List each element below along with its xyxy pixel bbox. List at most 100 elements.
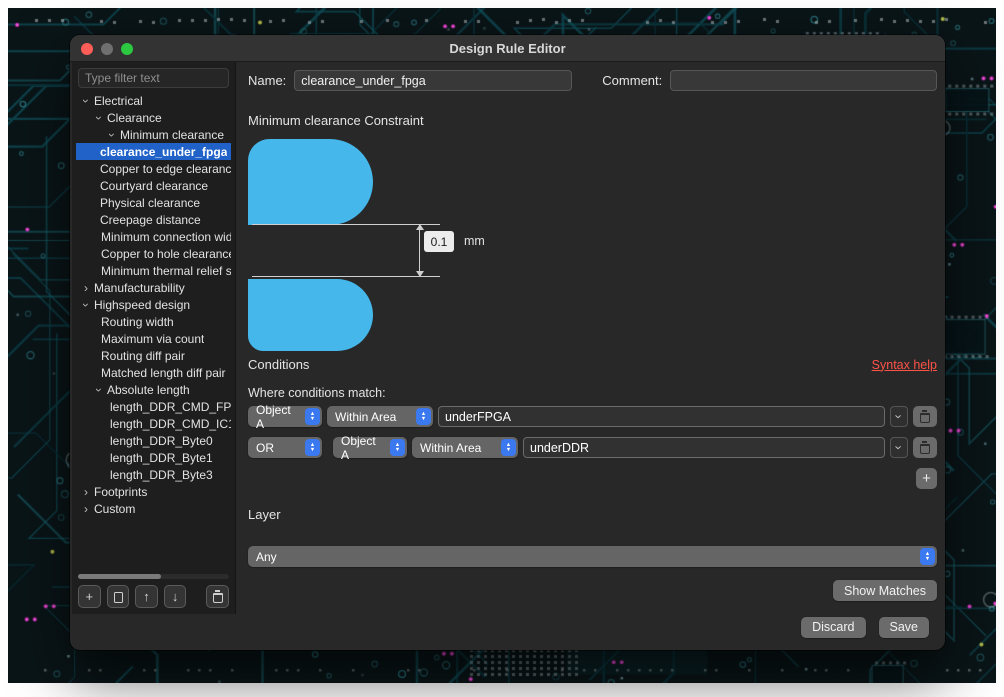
tree-item-absolute-length[interactable]: ›Absolute length: [76, 381, 231, 398]
discard-button[interactable]: Discard: [801, 617, 865, 638]
chevron-down-icon: ›: [893, 445, 906, 449]
tree-item-length-ddr-cmd-ic1[interactable]: length_DDR_CMD_IC1: [76, 415, 231, 432]
tree-item-maximum-via-count[interactable]: Maximum via count: [76, 330, 231, 347]
condition-row-1: Object A ▲▼ Within Area ▲▼ ›: [248, 406, 937, 427]
close-window-button[interactable]: [81, 43, 93, 55]
duplicate-rule-button[interactable]: [107, 585, 130, 608]
stepper-down-icon: ▼: [925, 557, 930, 562]
expander-icon[interactable]: ›: [80, 485, 92, 499]
delete-rule-button[interactable]: [206, 585, 229, 608]
tree-item-matched-length-diff-pair[interactable]: Matched length diff pair: [76, 364, 231, 381]
condition-value-input[interactable]: [438, 406, 885, 427]
predicate-select-value: Within Area: [420, 441, 481, 455]
tree-item-manufacturability[interactable]: ›Manufacturability: [76, 279, 231, 296]
stepper-down-icon: ▼: [310, 417, 315, 422]
zoom-window-button[interactable]: [121, 43, 133, 55]
condition-value-input[interactable]: [523, 437, 885, 458]
tree-filter-input[interactable]: [78, 68, 229, 88]
plus-icon: +: [922, 470, 931, 487]
expander-icon[interactable]: ›: [92, 384, 106, 396]
predicate-select[interactable]: Within Area ▲▼: [412, 437, 518, 458]
tree-item-routing-width[interactable]: Routing width: [76, 313, 231, 330]
dimension-line-top: [252, 224, 440, 225]
tree-item-minimum-connection-width[interactable]: Minimum connection width: [76, 228, 231, 245]
tree-item-clearance[interactable]: ›Clearance: [76, 109, 231, 126]
rule-comment-input[interactable]: [670, 70, 937, 91]
predicate-select[interactable]: Within Area ▲▼: [327, 406, 433, 427]
save-button[interactable]: Save: [879, 617, 930, 638]
tree-item-length-ddr-byte3[interactable]: length_DDR_Byte3: [76, 466, 231, 483]
tree-item-length-ddr-byte0[interactable]: length_DDR_Byte0: [76, 432, 231, 449]
object-select-value: Object A: [256, 403, 299, 431]
layer-select[interactable]: Any ▲▼: [248, 546, 937, 567]
arrow-up-icon: ↑: [143, 589, 150, 604]
copy-icon: [114, 592, 123, 603]
tree-item-physical-clearance[interactable]: Physical clearance: [76, 194, 231, 211]
scrollbar-thumb[interactable]: [78, 574, 161, 579]
rule-name-input[interactable]: [294, 70, 572, 91]
object-select[interactable]: Object A ▲▼: [333, 437, 407, 458]
condition-dropdown-button[interactable]: ›: [890, 437, 908, 458]
dialog-footer: Discard Save: [70, 614, 945, 650]
rule-list-toolbar: + ↑ ↓: [76, 581, 231, 610]
tree-item-minimum-thermal-relief[interactable]: Minimum thermal relief spokes: [76, 262, 231, 279]
object-select[interactable]: Object A ▲▼: [248, 406, 322, 427]
dimension-line-bottom: [252, 276, 440, 277]
syntax-help-link[interactable]: Syntax help: [872, 358, 937, 372]
tree-item-copper-to-edge-clearance[interactable]: Copper to edge clearance: [76, 160, 231, 177]
expander-icon[interactable]: ›: [80, 502, 92, 516]
conditions-section-title: Conditions: [248, 357, 309, 372]
add-condition-button[interactable]: +: [916, 468, 937, 489]
plus-icon: +: [86, 589, 94, 604]
chevron-down-icon: ›: [893, 414, 906, 418]
tree-item-minimum-clearance[interactable]: ›Minimum clearance: [76, 126, 231, 143]
rule-tree: ›Electrical ›Clearance ›Minimum clearanc…: [76, 92, 231, 571]
layer-section-label: Layer: [248, 507, 937, 522]
delete-condition-button[interactable]: [913, 406, 937, 427]
clearance-unit-label: mm: [464, 234, 485, 248]
predicate-select-value: Within Area: [335, 410, 396, 424]
condition-dropdown-button[interactable]: ›: [890, 406, 908, 427]
window-titlebar[interactable]: Design Rule Editor: [70, 35, 945, 62]
move-rule-up-button[interactable]: ↑: [135, 585, 158, 608]
show-matches-button[interactable]: Show Matches: [833, 580, 937, 601]
expander-icon[interactable]: ›: [80, 281, 92, 295]
clearance-value-field[interactable]: 0.1: [424, 231, 454, 252]
tree-item-courtyard-clearance[interactable]: Courtyard clearance: [76, 177, 231, 194]
stepper-icon: ▲▼: [305, 439, 320, 456]
delete-condition-button[interactable]: [913, 437, 937, 458]
stepper-icon: ▲▼: [305, 408, 320, 425]
expander-icon[interactable]: ›: [105, 129, 119, 141]
rule-editor-panel: Name: Comment: Minimum clearance Constra…: [236, 62, 945, 614]
tree-item-length-ddr-cmd-fpga[interactable]: length_DDR_CMD_FPGA: [76, 398, 231, 415]
stepper-icon: ▲▼: [416, 408, 431, 425]
constraint-section-title: Minimum clearance Constraint: [248, 113, 937, 128]
tree-item-creepage-distance[interactable]: Creepage distance: [76, 211, 231, 228]
minimize-window-button[interactable]: [101, 43, 113, 55]
combinator-select[interactable]: OR ▲▼: [248, 437, 322, 458]
expander-icon[interactable]: ›: [79, 299, 93, 311]
pad-shape-top: [248, 139, 373, 225]
pad-shape-bottom: [248, 279, 373, 351]
expander-icon[interactable]: ›: [79, 95, 93, 107]
trash-icon: [920, 444, 930, 454]
tree-item-routing-diff-pair[interactable]: Routing diff pair: [76, 347, 231, 364]
match-conditions-label: Where conditions match:: [248, 386, 937, 400]
trash-icon: [920, 413, 930, 423]
tree-item-footprints[interactable]: ›Footprints: [76, 483, 231, 500]
tree-item-custom[interactable]: ›Custom: [76, 500, 231, 517]
move-rule-down-button[interactable]: ↓: [164, 585, 187, 608]
arrow-down-icon: ↓: [172, 589, 179, 604]
object-select-value: Object A: [341, 434, 384, 462]
tree-item-copper-to-hole-clearance[interactable]: Copper to hole clearance: [76, 245, 231, 262]
expander-icon[interactable]: ›: [92, 112, 106, 124]
tree-item-electrical[interactable]: ›Electrical: [76, 92, 231, 109]
stepper-icon: ▲▼: [920, 548, 935, 565]
stepper-icon: ▲▼: [501, 439, 516, 456]
add-rule-button[interactable]: +: [78, 585, 101, 608]
trash-icon: [213, 593, 223, 603]
tree-item-length-ddr-byte1[interactable]: length_DDR_Byte1: [76, 449, 231, 466]
tree-item-clearance-under-fpga[interactable]: clearance_under_fpga: [76, 143, 231, 160]
tree-item-highspeed-design[interactable]: ›Highspeed design: [76, 296, 231, 313]
tree-horizontal-scrollbar[interactable]: [78, 574, 229, 579]
